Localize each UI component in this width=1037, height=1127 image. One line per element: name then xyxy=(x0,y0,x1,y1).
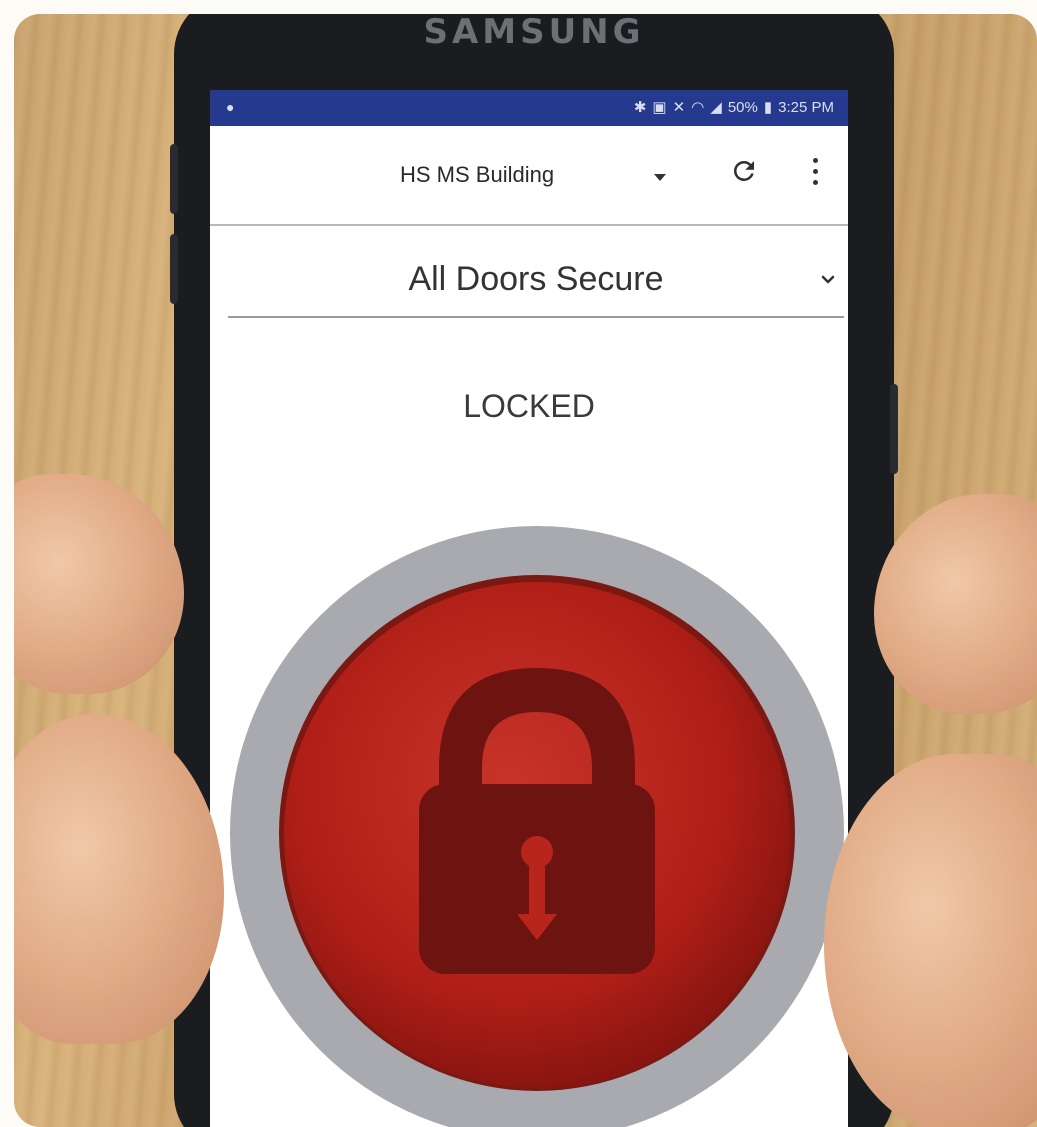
bluetooth-icon: ✱ xyxy=(633,99,647,116)
app-bar: HS MS Building xyxy=(210,126,848,226)
battery-percent: 50% xyxy=(727,98,758,116)
door-filter-label: All Doors Secure xyxy=(408,260,664,298)
notification-icon: ● xyxy=(226,99,235,115)
chevron-down-icon xyxy=(821,275,835,284)
clock: 3:25 PM xyxy=(778,98,834,116)
nfc-icon: ▣ xyxy=(652,99,667,116)
volume-up-button xyxy=(170,144,178,214)
refresh-icon[interactable] xyxy=(729,156,759,186)
app-screen: ● ✱ ▣ ✕ ◠ ◢ 50% ▮ 3:25 PM HS MS Building… xyxy=(210,90,848,1127)
volume-down-button xyxy=(170,234,178,304)
lock-state-label: LOCKED xyxy=(463,388,595,424)
building-selector[interactable]: HS MS Building xyxy=(400,162,554,188)
power-button xyxy=(890,384,898,474)
status-icons: ✱ ▣ ✕ ◠ ◢ 50% ▮ 3:25 PM xyxy=(633,98,834,117)
device-brand: SAMSUNG xyxy=(423,14,645,52)
wifi-icon: ◠ xyxy=(691,99,705,116)
photo-background: SAMSUNG ● ✱ ▣ ✕ ◠ ◢ 50% ▮ 3:25 PM HS MS … xyxy=(14,14,1037,1127)
status-bar: ● ✱ ▣ ✕ ◠ ◢ 50% ▮ 3:25 PM xyxy=(210,90,848,126)
more-vert-icon[interactable] xyxy=(810,158,820,188)
battery-icon: ▮ xyxy=(763,99,773,116)
door-filter-dropdown[interactable]: All Doors Secure xyxy=(228,226,844,318)
caret-down-icon[interactable] xyxy=(654,174,666,181)
lock-toggle-button[interactable] xyxy=(226,522,848,1127)
mute-icon: ✕ xyxy=(672,99,686,116)
signal-icon: ◢ xyxy=(710,99,722,116)
